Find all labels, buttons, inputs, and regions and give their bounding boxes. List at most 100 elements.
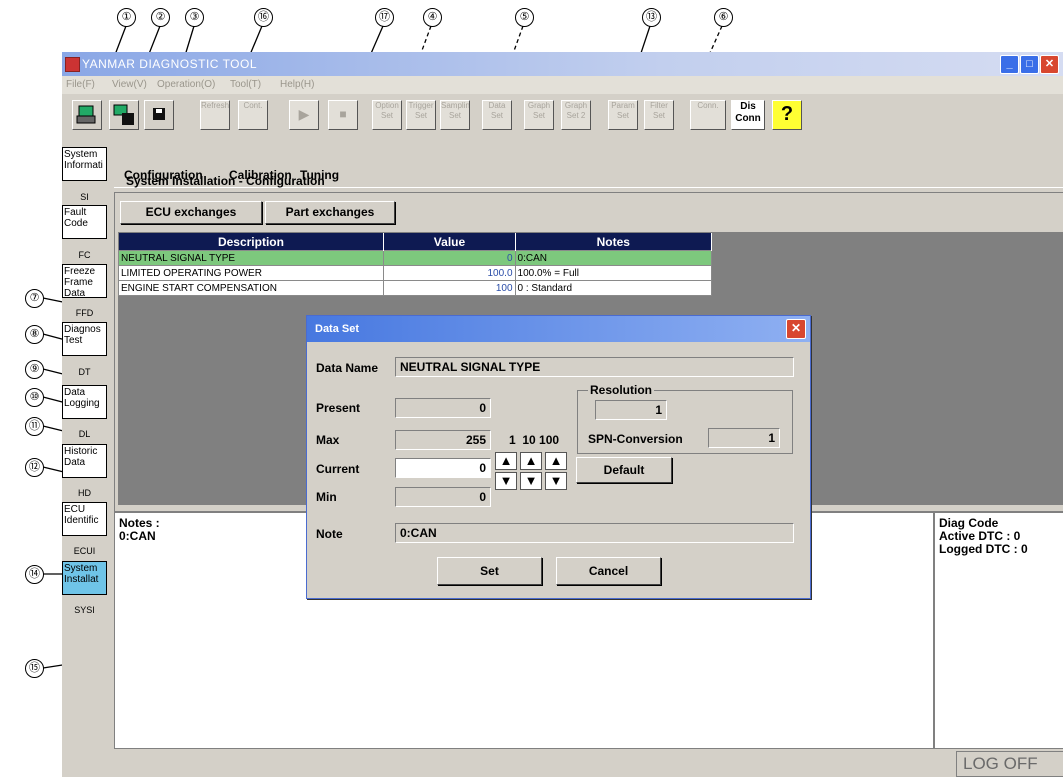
increment-100-icon[interactable]: ▲ [545, 452, 567, 470]
column-header-value[interactable]: Value [383, 233, 516, 251]
menu-file[interactable]: File(F) [66, 79, 95, 90]
callout-4: ④ [423, 8, 442, 27]
sidebar-item-freeze-frame[interactable]: Freeze Frame Data [62, 264, 107, 298]
refresh-button[interactable]: Refresh [200, 100, 230, 130]
disconn-button[interactable]: Dis Conn [731, 100, 765, 130]
min-label: Min [316, 490, 337, 504]
param-set-button[interactable]: Param Set [608, 100, 638, 130]
current-label: Current [316, 462, 360, 476]
cell-description: NEUTRAL SIGNAL TYPE [117, 250, 385, 266]
help-icon[interactable]: ? [772, 100, 802, 130]
graph-set-2-button[interactable]: Graph Set 2 [561, 100, 591, 130]
open-print-icon[interactable] [72, 100, 102, 130]
menu-tool[interactable]: Tool(T) [230, 79, 261, 90]
callout-9: ⑨ [25, 360, 44, 379]
close-button[interactable]: ✕ [1040, 55, 1059, 74]
present-label: Present [316, 401, 361, 415]
sidebar-item-label: Freeze Frame Data [64, 266, 96, 298]
table-header-row: Description Value Notes [118, 233, 713, 251]
cell-value: 0 [383, 250, 516, 266]
sidebar-abbr-dt: DT [78, 367, 91, 377]
callout-2: ② [151, 8, 170, 27]
sidebar-item-system-installation[interactable]: System Installat [62, 561, 107, 595]
menu-help[interactable]: Help(H) [280, 79, 314, 90]
sidebar-item-ecu-identification[interactable]: ECU Identific [62, 502, 107, 536]
table-row[interactable]: LIMITED OPERATING POWER 100.0 100.0% = F… [117, 265, 713, 281]
minimize-button[interactable]: _ [1000, 55, 1019, 74]
window-title: YANMAR DIAGNOSTIC TOOL [82, 57, 258, 71]
min-field: 0 [395, 487, 491, 507]
sidebar-item-historic-data[interactable]: Historic Data [62, 444, 107, 478]
section-title: System Installation - Configuration [126, 174, 325, 188]
note-label: Note [316, 527, 343, 541]
cont-button[interactable]: Cont. [238, 100, 268, 130]
title-bar: YANMAR DIAGNOSTIC TOOL _ □ ✕ [62, 52, 1063, 76]
current-input[interactable]: 0 [395, 458, 491, 478]
sidebar-item-label: Fault Code [64, 207, 88, 229]
decrement-10-icon[interactable]: ▼ [520, 472, 542, 490]
sidebar-item-fault-code[interactable]: Fault Code [62, 205, 107, 239]
menu-operation[interactable]: Operation(O) [157, 79, 215, 90]
callout-14: ⑭ [25, 565, 44, 584]
increment-10-icon[interactable]: ▲ [520, 452, 542, 470]
conn-button[interactable]: Conn. [690, 100, 726, 130]
max-label: Max [316, 433, 340, 447]
column-header-notes[interactable]: Notes [515, 233, 713, 251]
sidebar-item-label: System Installat [64, 563, 99, 585]
restore-button[interactable]: □ [1020, 55, 1039, 74]
max-field: 255 [395, 430, 491, 450]
callout-10: ⑩ [25, 388, 44, 407]
cell-value: 100 [383, 280, 516, 296]
option-set-button[interactable]: Option Set [372, 100, 402, 130]
sidebar-item-data-logging[interactable]: Data Logging [62, 385, 107, 419]
cell-value: 100.0 [383, 265, 516, 281]
save-as-icon[interactable] [109, 100, 139, 130]
column-header-description[interactable]: Description [118, 233, 385, 251]
log-status: LOG OFF [956, 751, 1063, 777]
increment-1-icon[interactable]: ▲ [495, 452, 517, 470]
save-icon[interactable] [144, 100, 174, 130]
sidebar-item-diagnos-test[interactable]: Diagnos Test [62, 322, 107, 356]
sidebar-item-label: System Informati [64, 149, 103, 171]
menu-view[interactable]: View(V) [112, 79, 147, 90]
sampling-set-button[interactable]: Sampling Set [440, 100, 470, 130]
set-button[interactable]: Set [437, 557, 542, 585]
graph-set-button[interactable]: Graph Set [524, 100, 554, 130]
notes-text: 0:CAN [119, 529, 156, 543]
app-icon [65, 57, 80, 72]
callout-7: ⑦ [25, 289, 44, 308]
cell-description: LIMITED OPERATING POWER [117, 265, 385, 281]
stop-icon[interactable]: ■ [328, 100, 358, 130]
sidebar-item-label: Diagnos Test [64, 324, 101, 346]
sidebar-abbr-sysi: SYSI [74, 605, 95, 615]
callout-11: ⑪ [25, 417, 44, 436]
sidebar-item-system-information[interactable]: System Informati [62, 147, 107, 181]
callout-13: ⑬ [642, 8, 661, 27]
callout-8: ⑧ [25, 325, 44, 344]
dialog-close-icon[interactable]: ✕ [786, 319, 806, 339]
default-button[interactable]: Default [576, 457, 672, 483]
trigger-set-button[interactable]: Trigger Set [406, 100, 436, 130]
dialog-title-bar: Data Set ✕ [307, 316, 810, 342]
status-bar [62, 749, 1063, 777]
data-set-button[interactable]: Data Set [482, 100, 512, 130]
resolution-label: Resolution [588, 383, 654, 397]
part-exchanges-button[interactable]: Part exchanges [265, 201, 395, 224]
table-row[interactable]: ENGINE START COMPENSATION 100 0 : Standa… [117, 280, 713, 296]
data-set-dialog: Data Set ✕ Data Name NEUTRAL SIGNAL TYPE… [306, 315, 811, 599]
decrement-1-icon[interactable]: ▼ [495, 472, 517, 490]
toolbar: Refresh Cont. ▶ ■ Option Set Trigger Set… [62, 94, 1063, 132]
callout-1: ① [117, 8, 136, 27]
table-row[interactable]: NEUTRAL SIGNAL TYPE 0 0:CAN [117, 250, 713, 266]
filter-set-button[interactable]: Filter Set [644, 100, 674, 130]
decrement-100-icon[interactable]: ▼ [545, 472, 567, 490]
cell-notes: 100.0% = Full [514, 265, 713, 281]
sidebar-abbr-si: SI [80, 192, 89, 202]
play-icon[interactable]: ▶ [289, 100, 319, 130]
cancel-button[interactable]: Cancel [556, 557, 661, 585]
ecu-exchanges-button[interactable]: ECU exchanges [120, 201, 262, 224]
cell-notes: 0 : Standard [514, 280, 713, 296]
sidebar-abbr-ffd: FFD [75, 308, 94, 318]
callout-16: ⑯ [254, 8, 273, 27]
dialog-title: Data Set [315, 323, 360, 335]
